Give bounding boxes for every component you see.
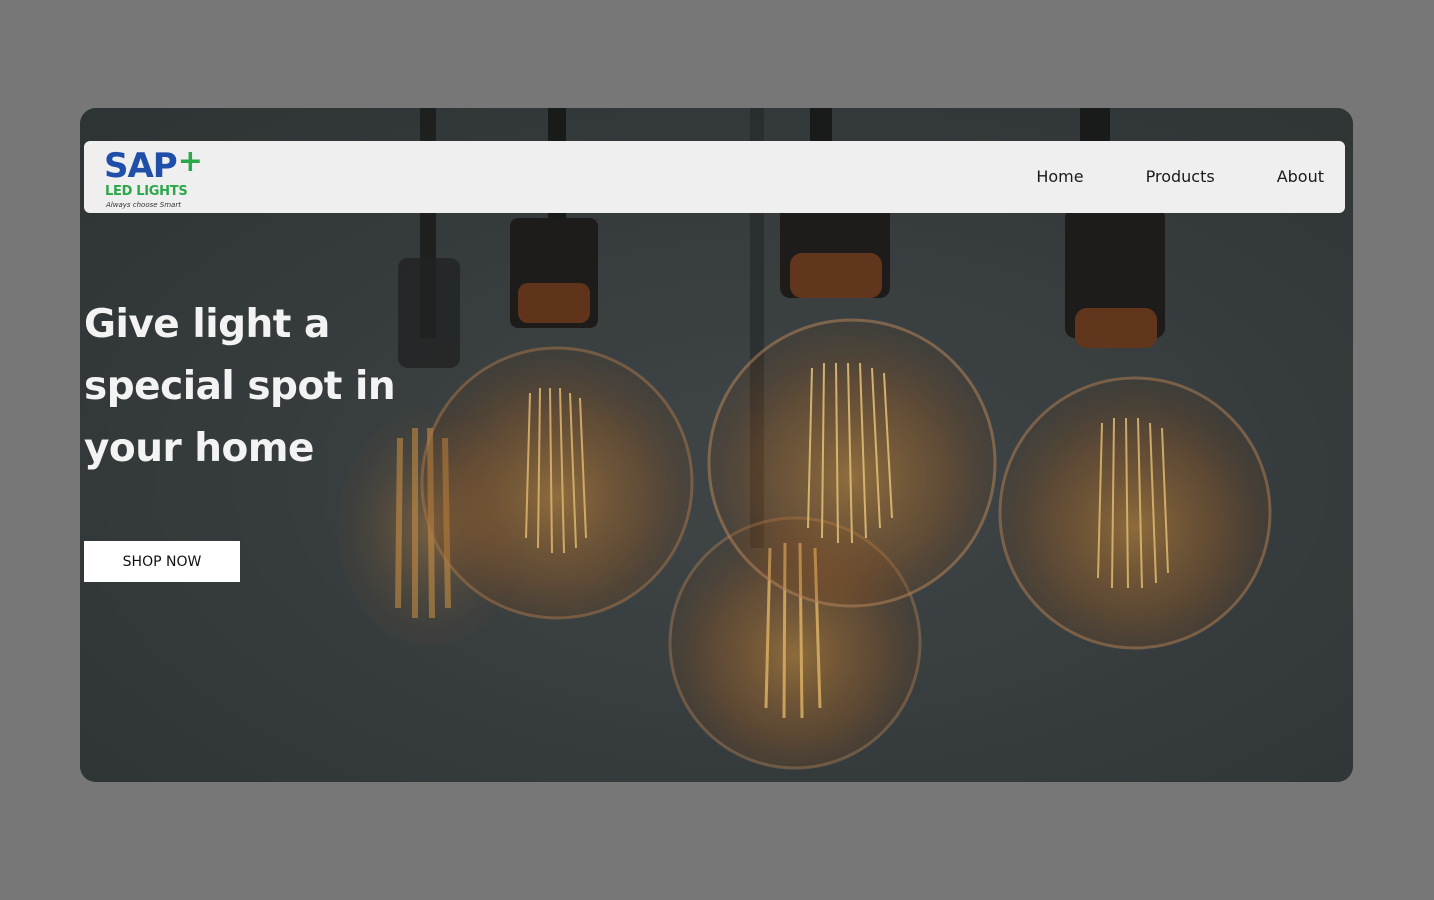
brand-logo[interactable]: SAP+ LED LIGHTS Always choose Smart [104,144,214,210]
screen-frame: SAP+ LED LIGHTS Always choose Smart Home… [0,0,1434,900]
top-navbar: SAP+ LED LIGHTS Always choose Smart Home… [84,141,1345,213]
hero-headline: Give light a special spot in your home [84,302,396,471]
hero-section: SAP+ LED LIGHTS Always choose Smart Home… [80,108,1353,782]
nav-home-link[interactable]: Home [1036,165,1083,189]
logo-mark: SAP+ [104,144,203,186]
nav-products-link[interactable]: Products [1146,165,1215,189]
logo-tagline: Always choose Smart [106,201,181,209]
nav-links: Home Products About [1036,165,1324,189]
nav-about-link[interactable]: About [1277,165,1324,189]
logo-subtitle: LED LIGHTS [105,184,188,199]
shop-now-button[interactable]: SHOP NOW [84,541,240,582]
